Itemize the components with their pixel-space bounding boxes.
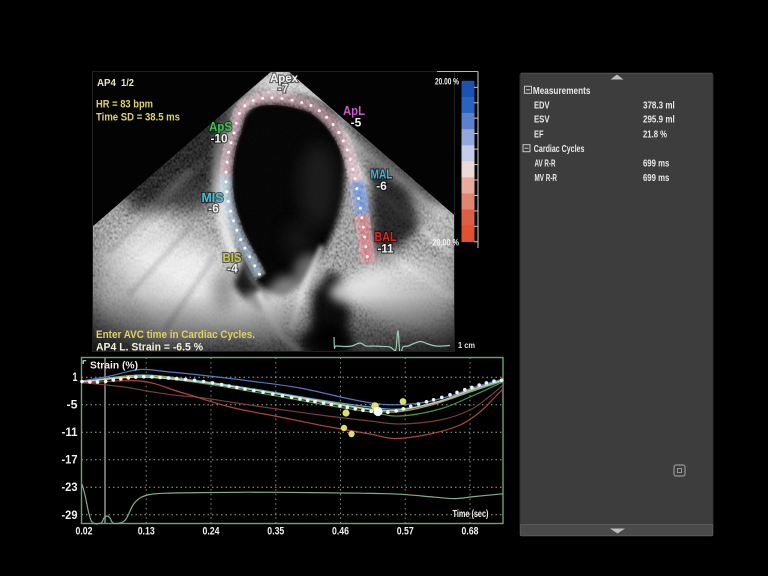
svg-text:0.13: 0.13 [138,526,155,538]
svg-text:0.02: 0.02 [76,526,93,538]
svg-text:1 cm: 1 cm [458,340,475,350]
svg-text:AV R-R: AV R-R [535,158,556,170]
svg-text:699 ms: 699 ms [643,158,669,170]
svg-text:0.57: 0.57 [397,526,414,538]
svg-text:EF: EF [534,128,544,140]
svg-text:-11: -11 [378,242,394,256]
svg-text:699 ms: 699 ms [643,172,669,184]
svg-text:-10: -10 [211,132,228,146]
svg-text:295.9 ml: 295.9 ml [643,114,675,126]
svg-text:-4: -4 [227,262,238,276]
svg-text:-17: -17 [62,455,78,467]
svg-text:Measurements: Measurements [533,85,591,97]
svg-text:1: 1 [73,372,78,384]
svg-text:20.00 %: 20.00 % [435,77,459,87]
svg-text:Time (sec): Time (sec) [453,509,489,520]
svg-text:EDV: EDV [534,100,550,112]
svg-text:1/2: 1/2 [121,77,134,89]
svg-text:0.35: 0.35 [267,526,284,538]
svg-text:-11: -11 [62,427,79,439]
svg-text:ESV: ESV [534,114,550,126]
svg-text:-20.00 %: -20.00 % [430,238,459,248]
svg-text:AP4 L. Strain = -6.5 %: AP4 L. Strain = -6.5 % [96,342,203,354]
svg-text:-7: -7 [278,84,288,96]
svg-text:21.8 %: 21.8 % [643,128,667,140]
svg-text:AP4: AP4 [97,77,116,89]
svg-text:-23: -23 [62,482,78,494]
svg-text:Enter AVC time in Cardiac Cycl: Enter AVC time in Cardiac Cycles. [96,329,255,341]
svg-text:-6: -6 [376,179,387,193]
svg-text:0.68: 0.68 [462,526,479,538]
svg-text:378.3 ml: 378.3 ml [643,100,675,112]
svg-text:Time SD = 38.5 ms: Time SD = 38.5 ms [96,112,180,124]
svg-text:-5: -5 [351,116,362,130]
svg-text:0.24: 0.24 [203,526,221,538]
svg-text:Cardiac Cycles: Cardiac Cycles [534,143,585,155]
svg-text:⌜: ⌜ [82,360,87,371]
svg-text:0.46: 0.46 [332,526,349,538]
svg-text:MV R-R: MV R-R [535,172,558,184]
svg-text:Strain (%): Strain (%) [90,360,138,372]
svg-text:HR = 83 bpm: HR = 83 bpm [96,99,153,111]
svg-text:-29: -29 [62,510,78,522]
svg-text:-5: -5 [67,400,79,412]
svg-text:-6: -6 [208,202,219,216]
